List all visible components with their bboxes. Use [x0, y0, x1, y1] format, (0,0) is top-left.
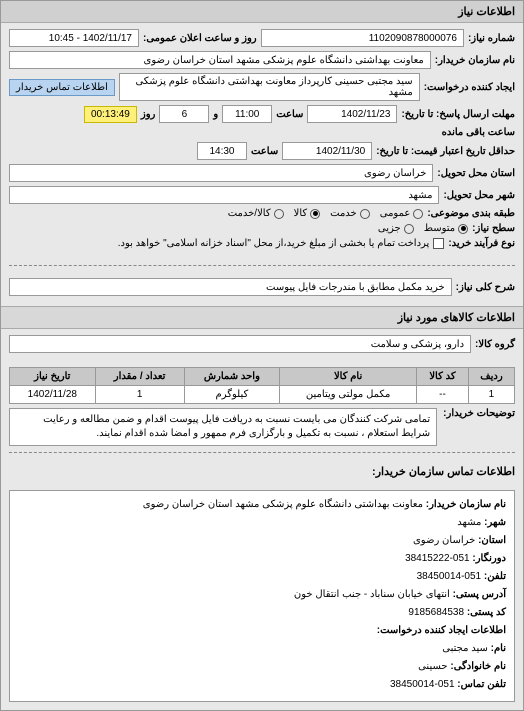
valid-until-time: 14:30 [197, 142, 247, 160]
items-header: اطلاعات کالاهای مورد نیاز [1, 306, 523, 329]
remaining-label: ساعت باقی مانده [442, 127, 515, 138]
contact-buyer-button[interactable]: اطلاعات تماس خریدار [9, 79, 115, 96]
c-org-label: نام سازمان خریدار: [426, 499, 506, 510]
announce-label: روز و ساعت اعلان عمومی: [143, 33, 257, 44]
radio-general[interactable] [413, 209, 423, 219]
c-tel-label: تلفن: [484, 571, 506, 582]
cell-row: 1 [468, 386, 514, 404]
need-number-field: 1102090878000076 [261, 29, 464, 47]
contact-block: نام سازمان خریدار: معاونت بهداشتی دانشگا… [9, 490, 515, 702]
cell-date: 1402/11/28 [10, 386, 96, 404]
cell-unit: کیلوگرم [184, 386, 279, 404]
radio-goods[interactable] [310, 209, 320, 219]
deadline-reply-label: مهلت ارسال پاسخ: تا تاریخ: [401, 109, 515, 120]
subject-class-radios: عمومی خدمت کالا کالا/خدمت [228, 208, 424, 219]
c-province-value: خراسان رضوی [413, 535, 475, 546]
c-name-label: نام: [491, 643, 506, 654]
requester-field: سید مجتبی حسینی کارپرداز معاونت بهداشتی … [119, 73, 420, 101]
c-ctel-value: 051-38450014 [390, 679, 455, 690]
days-field: 6 [159, 105, 209, 123]
c-postal-value: 9185684538 [408, 607, 464, 618]
time-label-2: ساعت [251, 146, 278, 157]
need-number-label: شماره نیاز: [468, 33, 515, 44]
process-label: نوع فرآیند خرید: [448, 238, 515, 249]
group-label: گروه کالا: [475, 339, 515, 350]
c-ctel-label: تلفن تماس: [457, 679, 506, 690]
group-field: دارو، پزشکی و سلامت [9, 335, 471, 353]
time-label-1: ساعت [276, 109, 303, 120]
radio-goods-service[interactable] [274, 209, 284, 219]
c-city-value: مشهد [457, 517, 481, 528]
city-label: شهر محل تحویل: [443, 190, 515, 201]
c-creator-header: اطلاعات ایجاد کننده درخواست: [377, 625, 506, 636]
general-desc-field: خرید مکمل مطابق با مندرجات فایل پیوست [9, 278, 452, 296]
c-family-value: حسینی [418, 661, 447, 672]
radio-mid-label: متوسط [424, 223, 455, 234]
contact-header: اطلاعات تماس سازمان خریدار: [372, 466, 515, 478]
buyer-label: نام سازمان خریدار: [435, 55, 515, 66]
c-tel-value: 051-38450014 [417, 571, 482, 582]
process-checkbox-text: پرداخت تمام یا بخشی از مبلغ خرید،از محل … [118, 238, 430, 249]
radio-mid[interactable] [458, 224, 468, 234]
table-header-row: ردیف کد کالا نام کالا واحد شمارش تعداد /… [10, 368, 515, 386]
requester-label: ایجاد کننده درخواست: [424, 82, 515, 93]
city-field: مشهد [9, 186, 439, 204]
province-field: خراسان رضوی [9, 164, 433, 182]
province-label: استان محل تحویل: [437, 168, 515, 179]
buyer-field: معاونت بهداشتی دانشگاه علوم پزشکی مشهد ا… [9, 51, 431, 69]
days-prefix: و [213, 109, 218, 120]
notes-text: تمامی شرکت کنندگان می بایست نسبت به دریا… [9, 408, 437, 446]
th-code: کد کالا [417, 368, 469, 386]
deadline-reply-date: 1402/11/23 [307, 105, 397, 123]
items-table: ردیف کد کالا نام کالا واحد شمارش تعداد /… [9, 367, 515, 404]
th-date: تاریخ نیاز [10, 368, 96, 386]
c-address-value: انتهای خیابان سناباد - جنب انتقال خون [294, 589, 450, 600]
notes-label: توضیحات خریدار: [443, 408, 515, 419]
c-city-label: شهر: [484, 517, 506, 528]
th-row: ردیف [468, 368, 514, 386]
radio-goods-label: کالا [294, 208, 308, 219]
divider-1 [9, 265, 515, 266]
table-row: 1 -- مکمل مولتی ویتامین کیلوگرم 1 1402/1… [10, 386, 515, 404]
subject-class-label: طبقه بندی موضوعی: [427, 208, 515, 219]
radio-partial-label: جزیی [378, 223, 401, 234]
c-name-value: سید مجتبی [442, 643, 488, 654]
c-fax-value: 051-38415222 [405, 553, 470, 564]
cell-qty: 1 [95, 386, 184, 404]
page-title: اطلاعات نیاز [1, 1, 523, 23]
radio-service[interactable] [360, 209, 370, 219]
radio-partial[interactable] [404, 224, 414, 234]
cell-code: -- [417, 386, 469, 404]
days-suffix: روز [141, 109, 156, 120]
c-address-label: آدرس پستی: [453, 589, 506, 600]
remaining-time: 00:13:49 [84, 106, 137, 123]
radio-service-label: خدمت [330, 208, 357, 219]
divider-2 [9, 452, 515, 453]
valid-until-label: حداقل تاریخ اعتبار قیمت: تا تاریخ: [376, 146, 515, 157]
c-province-label: استان: [478, 535, 506, 546]
c-family-label: نام خانوادگی: [450, 661, 506, 672]
cell-name: مکمل مولتی ویتامین [280, 386, 417, 404]
need-level-radios: متوسط جزیی [378, 223, 468, 234]
radio-general-label: عمومی [380, 208, 411, 219]
c-postal-label: کد پستی: [467, 607, 506, 618]
deadline-reply-time: 11:00 [222, 105, 272, 123]
radio-goods-service-label: کالا/خدمت [228, 208, 271, 219]
c-fax-label: دورنگار: [472, 553, 506, 564]
process-checkbox[interactable] [433, 238, 444, 249]
general-desc-label: شرح کلی نیاز: [456, 282, 515, 293]
th-qty: تعداد / مقدار [95, 368, 184, 386]
need-level-label: سطح نیاز: [472, 223, 515, 234]
valid-until-date: 1402/11/30 [282, 142, 372, 160]
th-unit: واحد شمارش [184, 368, 279, 386]
c-org-value: معاونت بهداشتی دانشگاه علوم پزشکی مشهد ا… [143, 499, 423, 510]
announce-field: 1402/11/17 - 10:45 [9, 29, 139, 47]
th-name: نام کالا [280, 368, 417, 386]
